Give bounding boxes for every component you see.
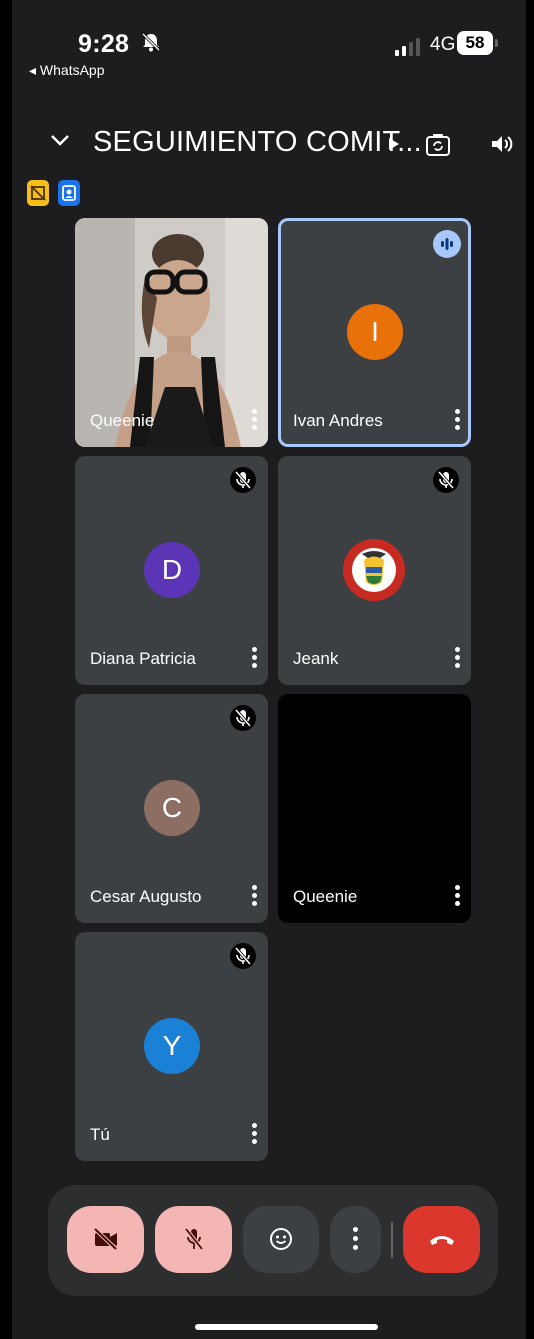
participant-tile[interactable]: C Cesar Augusto bbox=[75, 694, 268, 923]
camera-flip-icon[interactable] bbox=[425, 132, 451, 158]
participant-name: Tú bbox=[90, 1125, 110, 1144]
reactions-button[interactable] bbox=[243, 1206, 319, 1273]
participant-name: Cesar Augusto bbox=[90, 887, 202, 906]
camera-toggle-button[interactable] bbox=[67, 1206, 144, 1273]
host-controls-badge-icon[interactable] bbox=[58, 180, 80, 206]
kebab-icon[interactable] bbox=[252, 1123, 257, 1147]
home-indicator[interactable] bbox=[195, 1324, 378, 1330]
mic-off-icon bbox=[184, 1227, 204, 1251]
avatar: C bbox=[144, 780, 200, 836]
kebab-icon[interactable] bbox=[455, 647, 460, 671]
coat-of-arms-icon bbox=[343, 539, 405, 601]
battery-level: 58 bbox=[457, 31, 493, 55]
kebab-icon[interactable] bbox=[252, 647, 257, 671]
network-type: 4G bbox=[430, 34, 456, 55]
kebab-icon[interactable] bbox=[455, 885, 460, 909]
phone-screen: 9:28 ◂ WhatsApp 4G 58 SEGUIMIENTO COMIT.… bbox=[12, 0, 526, 1339]
end-call-icon bbox=[430, 1236, 454, 1245]
speaking-icon bbox=[433, 230, 461, 258]
participant-name: Diana Patricia bbox=[90, 649, 196, 668]
microphone-toggle-button[interactable] bbox=[155, 1206, 232, 1273]
kebab-icon[interactable] bbox=[455, 409, 460, 433]
back-to-whatsapp-link[interactable]: ◂ WhatsApp bbox=[29, 62, 105, 79]
participant-tile[interactable]: Jeank bbox=[278, 456, 471, 685]
controls-divider bbox=[391, 1222, 393, 1258]
avatar: I bbox=[347, 304, 403, 360]
mute-icon bbox=[433, 467, 459, 493]
speaker-icon[interactable] bbox=[490, 132, 514, 156]
participant-tile[interactable]: Queenie bbox=[75, 218, 268, 447]
participant-tile[interactable]: D Diana Patricia bbox=[75, 456, 268, 685]
meeting-title[interactable]: SEGUIMIENTO COMIT... bbox=[93, 126, 422, 159]
participant-tile[interactable]: I Ivan Andres bbox=[278, 218, 471, 447]
camera-off-icon bbox=[93, 1227, 118, 1251]
mute-icon bbox=[230, 467, 256, 493]
end-call-button[interactable] bbox=[403, 1206, 480, 1273]
mute-icon bbox=[230, 705, 256, 731]
chevron-right-icon[interactable] bbox=[389, 138, 399, 150]
more-icon bbox=[353, 1227, 358, 1250]
chevron-down-icon[interactable] bbox=[48, 128, 72, 152]
kebab-icon[interactable] bbox=[252, 409, 257, 433]
participant-name: Ivan Andres bbox=[293, 411, 383, 430]
battery-icon bbox=[495, 39, 498, 47]
mute-icon bbox=[230, 943, 256, 969]
participant-tile[interactable]: Queenie bbox=[278, 694, 471, 923]
signal-icon bbox=[395, 38, 420, 56]
status-time: 9:28 bbox=[78, 30, 130, 58]
no-recording-badge-icon[interactable] bbox=[27, 180, 49, 206]
participant-name: Jeank bbox=[293, 649, 339, 668]
more-options-button[interactable] bbox=[330, 1206, 381, 1273]
kebab-icon[interactable] bbox=[252, 885, 257, 909]
participant-name: Queenie bbox=[293, 887, 358, 906]
avatar: Y bbox=[144, 1018, 200, 1074]
emoji-icon bbox=[270, 1228, 292, 1250]
participant-tile[interactable]: Y Tú bbox=[75, 932, 268, 1161]
avatar: D bbox=[144, 542, 200, 598]
silent-bell-icon bbox=[141, 32, 161, 52]
participant-name: Queenie bbox=[90, 411, 155, 430]
